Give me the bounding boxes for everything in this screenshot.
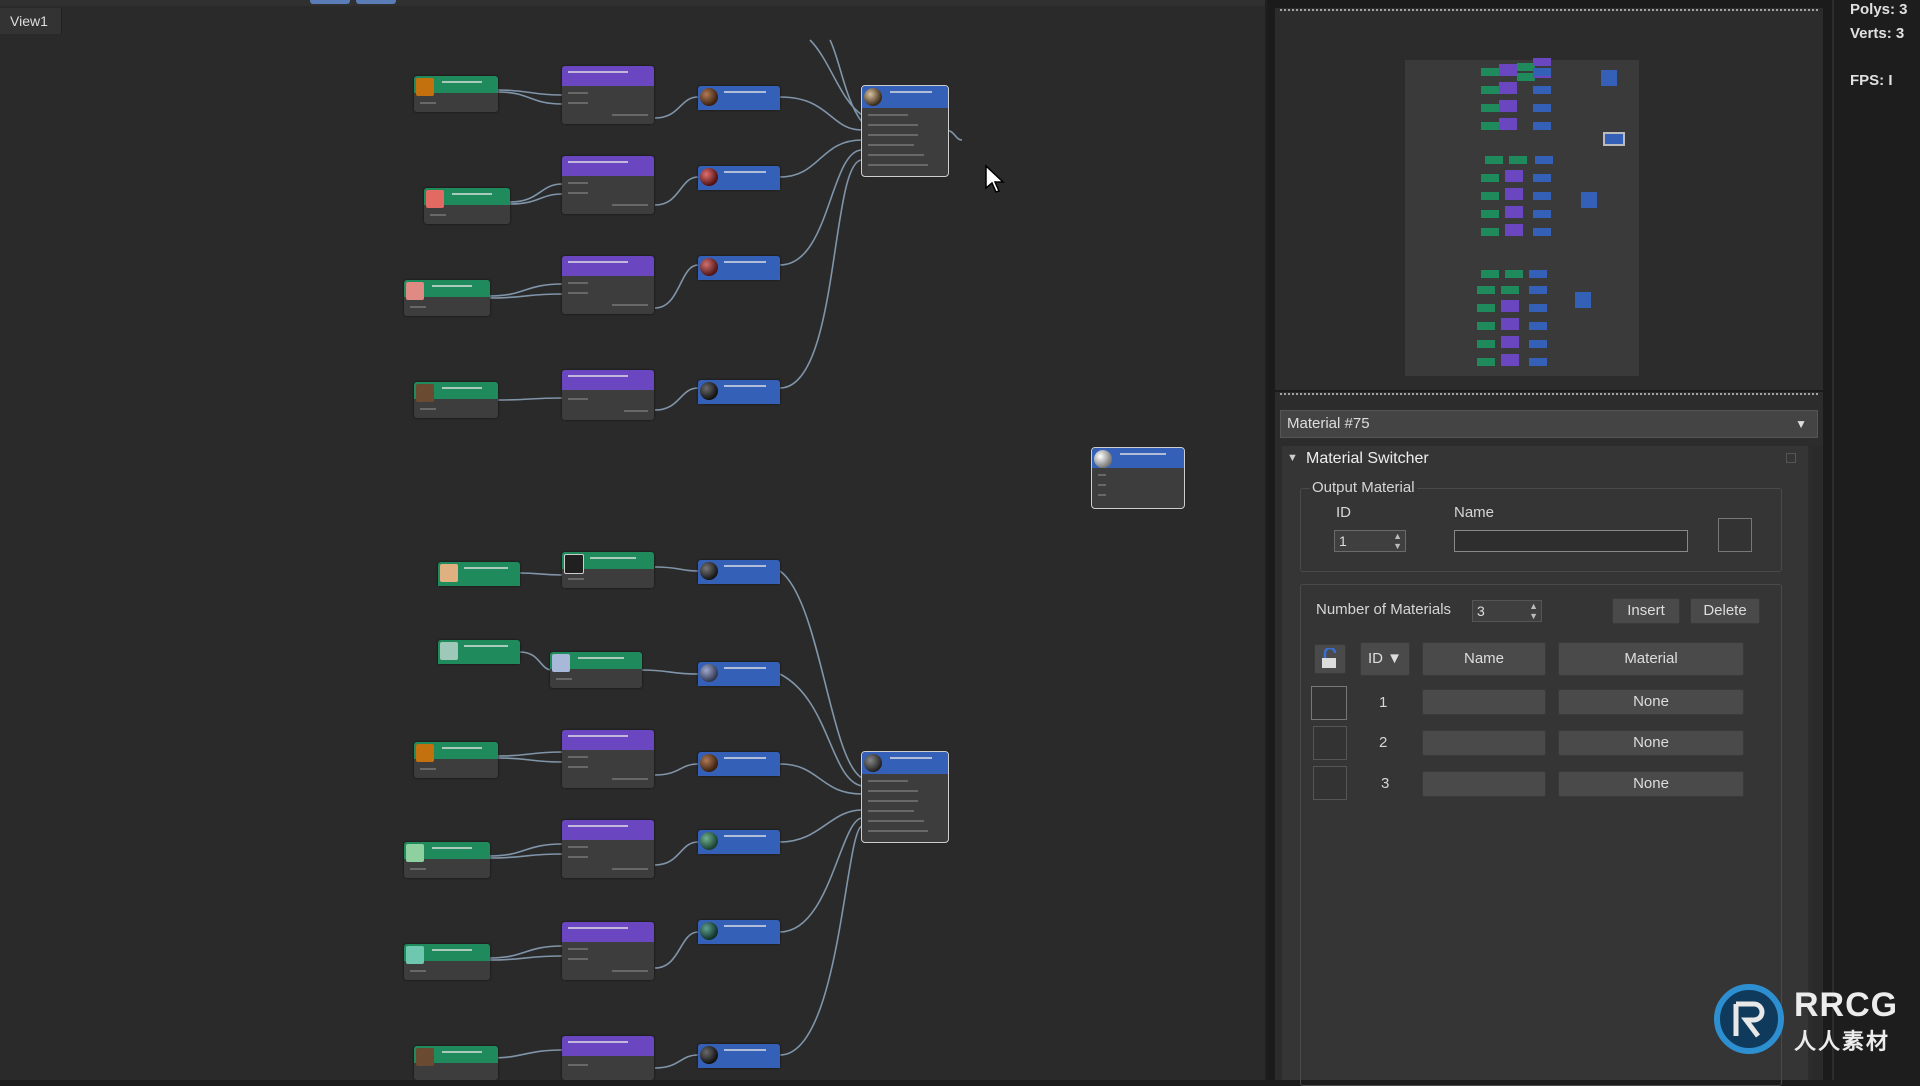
- watermark-subtext: 人人素材: [1794, 1029, 1891, 1054]
- composite-node[interactable]: [562, 66, 654, 124]
- panel-drag-handle[interactable]: [1279, 392, 1819, 396]
- unlock-button[interactable]: [1314, 644, 1346, 674]
- map-node[interactable]: [414, 76, 498, 112]
- material-node[interactable]: [698, 560, 780, 584]
- material-node[interactable]: [698, 752, 780, 776]
- triangle-down-icon[interactable]: ▼: [1287, 452, 1298, 464]
- material-node[interactable]: [698, 380, 780, 404]
- fps-stat: FPS: I: [1850, 72, 1893, 89]
- material-node[interactable]: [698, 920, 780, 944]
- row-name-field[interactable]: [1422, 730, 1546, 756]
- spinner-arrows-icon[interactable]: ▲ ▼: [1529, 601, 1538, 621]
- composite-node[interactable]: [562, 156, 654, 214]
- number-of-materials-label: Number of Materials: [1316, 601, 1452, 618]
- id-label: ID: [1336, 504, 1351, 521]
- rollout-title[interactable]: Material Switcher: [1306, 450, 1429, 468]
- composite-node[interactable]: [562, 1036, 654, 1080]
- unlock-icon: [1322, 646, 1337, 668]
- composite-node[interactable]: [562, 922, 654, 980]
- row-color-swatch[interactable]: [1313, 726, 1347, 760]
- composite-node[interactable]: [562, 730, 654, 788]
- map-node[interactable]: [414, 382, 498, 418]
- navigator-overview[interactable]: [1405, 58, 1639, 376]
- delete-button[interactable]: Delete: [1690, 598, 1760, 624]
- insert-button[interactable]: Insert: [1612, 598, 1680, 624]
- row-material-button[interactable]: None: [1558, 689, 1744, 715]
- bitmap-node[interactable]: [438, 640, 520, 664]
- bitmap-node[interactable]: [438, 562, 520, 586]
- material-selector-label: Material #75: [1287, 415, 1370, 432]
- name-column-header[interactable]: Name: [1422, 642, 1546, 676]
- output-material-swatch[interactable]: [1718, 518, 1752, 552]
- chevron-down-icon: ▼: [1795, 417, 1807, 431]
- material-node[interactable]: [698, 166, 780, 190]
- material-column-header[interactable]: Material: [1558, 642, 1744, 676]
- row-id: 3: [1381, 775, 1390, 792]
- mouse-pointer-icon: [985, 164, 1005, 193]
- map-node[interactable]: [404, 842, 490, 878]
- polys-stat: Polys: 3: [1850, 1, 1908, 18]
- material-node[interactable]: [698, 830, 780, 854]
- map-node[interactable]: [404, 944, 490, 980]
- output-material-label: Output Material: [1310, 479, 1417, 496]
- number-of-materials-spinner[interactable]: 3 ▲ ▼: [1472, 600, 1542, 622]
- spinner-arrows-icon[interactable]: ▲ ▼: [1393, 531, 1402, 551]
- material-node[interactable]: [698, 256, 780, 280]
- color-correction-node[interactable]: [562, 552, 654, 588]
- row-name-field[interactable]: [1422, 689, 1546, 715]
- name-label: Name: [1454, 504, 1495, 521]
- row-name-field[interactable]: [1422, 771, 1546, 797]
- viewport-statistics: Polys: 3 Verts: 3 FPS: I: [1832, 0, 1920, 1080]
- output-name-field[interactable]: [1454, 530, 1688, 552]
- node-editor-viewport[interactable]: View1: [0, 0, 1267, 1080]
- material-node[interactable]: [698, 1044, 780, 1068]
- watermark-text: RRCG: [1794, 986, 1899, 1024]
- verts-stat: Verts: 3: [1850, 25, 1905, 42]
- number-of-materials-value: 3: [1477, 603, 1485, 619]
- material-selector-dropdown[interactable]: Material #75 ▼: [1280, 410, 1818, 438]
- row-material-button[interactable]: None: [1558, 730, 1744, 756]
- rrcg-logo-icon: [1714, 984, 1784, 1054]
- map-node[interactable]: [414, 742, 498, 778]
- map-node[interactable]: [414, 1046, 498, 1080]
- material-node[interactable]: [698, 662, 780, 686]
- row-id: 2: [1379, 734, 1388, 751]
- map-node[interactable]: [404, 280, 490, 316]
- color-correction-node[interactable]: [550, 652, 642, 688]
- row-color-swatch[interactable]: [1313, 766, 1347, 800]
- composite-node[interactable]: [562, 256, 654, 314]
- multi-sub-object-node[interactable]: [861, 751, 949, 843]
- output-id-spinner[interactable]: 1 ▲ ▼: [1334, 530, 1406, 552]
- rollout-pin[interactable]: [1786, 453, 1796, 463]
- panel-drag-handle[interactable]: [1279, 8, 1819, 12]
- composite-node[interactable]: [562, 370, 654, 420]
- map-node[interactable]: [424, 188, 510, 224]
- watermark-logo: RRCG 人人素材: [1714, 984, 1919, 1064]
- row-material-button[interactable]: None: [1558, 771, 1744, 797]
- row-id: 1: [1379, 694, 1388, 711]
- output-id-value: 1: [1339, 533, 1347, 549]
- composite-node[interactable]: [562, 820, 654, 878]
- multi-sub-object-node[interactable]: [861, 85, 949, 177]
- row-color-swatch[interactable]: [1311, 686, 1347, 720]
- material-node[interactable]: [698, 86, 780, 110]
- id-sort-header[interactable]: ID ▼: [1360, 642, 1410, 676]
- material-switcher-node[interactable]: [1091, 447, 1185, 509]
